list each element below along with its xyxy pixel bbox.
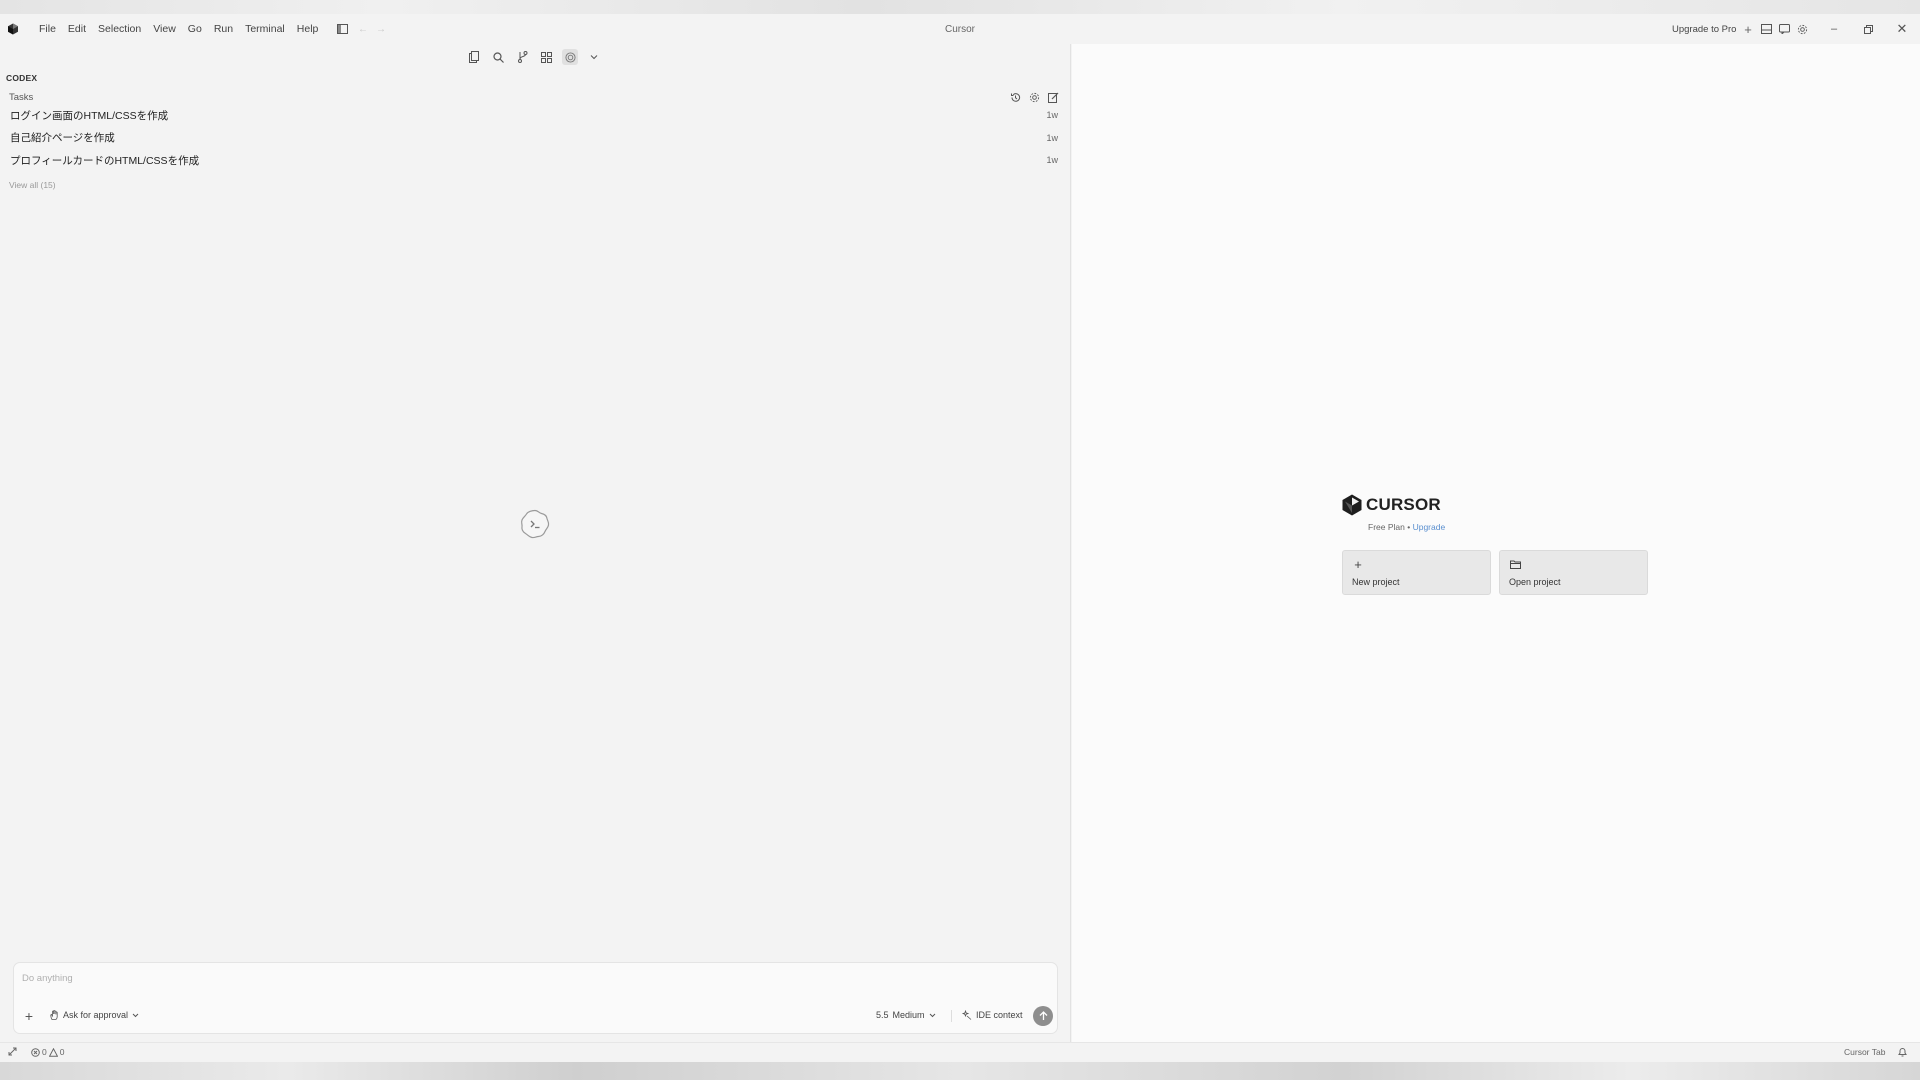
cursor-tab-status[interactable]: Cursor Tab [1844, 1047, 1885, 1057]
chevron-down-icon [132, 1013, 139, 1017]
task-title: ログイン画面のHTML/CSSを作成 [10, 109, 169, 122]
task-age: 1w [1046, 110, 1058, 121]
history-icon[interactable] [1009, 91, 1021, 103]
menu-terminal[interactable]: Terminal [239, 23, 291, 35]
task-row[interactable]: ログイン画面のHTML/CSSを作成 1w [0, 104, 1071, 127]
cursor-wordmark: CURSOR [1366, 495, 1441, 514]
upgrade-link[interactable]: Upgrade [1413, 522, 1446, 532]
divider [951, 1010, 952, 1022]
back-arrow-icon[interactable]: ← [357, 23, 369, 35]
menu-run[interactable]: Run [208, 23, 239, 35]
explorer-files-icon[interactable] [466, 49, 482, 65]
menu-selection[interactable]: Selection [92, 23, 147, 35]
source-control-icon[interactable] [514, 49, 530, 65]
forward-arrow-icon[interactable]: → [375, 23, 387, 35]
model-effort: Medium [892, 1010, 925, 1020]
tasks-actions [1009, 91, 1059, 103]
hand-icon [50, 1010, 58, 1020]
activity-toolbar [466, 49, 602, 65]
warning-triangle-icon [48, 1047, 58, 1057]
model-version: 5.5 [876, 1010, 889, 1020]
problems-indicator[interactable]: 0 0 [31, 1047, 64, 1057]
plus-icon: + [1354, 556, 1362, 572]
task-row[interactable]: 自己紹介ページを作成 1w [0, 127, 1071, 150]
upgrade-to-pro-link[interactable]: Upgrade to Pro [1672, 24, 1736, 35]
menu-edit[interactable]: Edit [62, 23, 92, 35]
view-all-tasks-link[interactable]: View all (15) [9, 180, 56, 190]
warning-count: 0 [59, 1047, 65, 1057]
codex-panel: CODEX Tasks ログイン画面のHTML/CSSを作成 1w 自己紹介ペー… [0, 44, 1071, 1042]
plan-name: Free Plan [1368, 522, 1405, 532]
codex-icon[interactable] [562, 49, 578, 65]
toggle-panel-icon[interactable] [1760, 23, 1772, 35]
new-task-edit-icon[interactable] [1047, 91, 1059, 103]
new-project-button[interactable]: + New project [1342, 550, 1491, 595]
sparkle-icon [962, 1010, 972, 1020]
model-selector-dropdown[interactable]: 5.5 Medium [876, 1010, 936, 1020]
app-window: File Edit Selection View Go Run Terminal… [0, 14, 1920, 1062]
chat-icon[interactable] [1778, 23, 1790, 35]
close-icon[interactable]: ✕ [1894, 21, 1910, 37]
error-circle-icon [31, 1047, 40, 1057]
search-icon[interactable] [490, 49, 506, 65]
new-tab-plus-icon[interactable]: + [1742, 22, 1754, 37]
menu-bar: File Edit Selection View Go Run Terminal… [33, 14, 324, 44]
task-row[interactable]: プロフィールカードのHTML/CSSを作成 1w [0, 149, 1071, 172]
extensions-icon[interactable] [538, 49, 554, 65]
menu-view[interactable]: View [147, 23, 182, 35]
cursor-cube-icon [1342, 494, 1362, 516]
codex-loading-icon [521, 509, 550, 539]
open-project-button[interactable]: Open project [1499, 550, 1648, 595]
task-age: 1w [1046, 155, 1058, 166]
add-attachment-plus-icon[interactable]: + [22, 1008, 36, 1024]
task-age: 1w [1046, 132, 1058, 143]
error-count: 0 [42, 1047, 47, 1057]
tasks-label: Tasks [9, 92, 34, 103]
tasks-settings-gear-icon[interactable] [1028, 91, 1040, 103]
menu-help[interactable]: Help [291, 23, 325, 35]
open-project-label: Open project [1509, 577, 1561, 587]
settings-gear-icon[interactable] [1796, 23, 1808, 35]
plan-separator: • [1407, 522, 1411, 532]
folder-icon [1509, 558, 1521, 570]
restore-icon[interactable] [1860, 21, 1876, 37]
desktop-taskbar-strip [0, 1062, 1920, 1080]
approval-mode-label: Ask for approval [63, 1010, 129, 1020]
chevron-down-icon[interactable] [586, 49, 602, 65]
task-title: 自己紹介ページを作成 [10, 132, 115, 145]
composer-box: Do anything + Ask for approval 5.5 Mediu… [13, 962, 1058, 1034]
title-bar: File Edit Selection View Go Run Terminal… [0, 14, 1920, 44]
chevron-down-icon [929, 1013, 935, 1017]
task-title: プロフィールカードのHTML/CSSを作成 [10, 154, 200, 167]
desktop-top-strip [0, 0, 1920, 14]
task-list: ログイン画面のHTML/CSSを作成 1w 自己紹介ページを作成 1w プロフィ… [0, 104, 1071, 172]
editor-welcome-panel: CURSOR Free Plan • Upgrade + New project… [1072, 44, 1920, 1042]
ide-context-label: IDE context [976, 1010, 1023, 1020]
cursor-logo-icon[interactable] [7, 23, 19, 35]
approval-mode-dropdown[interactable]: Ask for approval [50, 1010, 139, 1020]
ide-context-toggle[interactable]: IDE context [962, 1010, 1023, 1020]
toggle-sidebar-icon[interactable] [336, 23, 348, 35]
menu-file[interactable]: File [33, 23, 62, 35]
minimize-icon[interactable]: – [1826, 21, 1842, 37]
status-bar: 0 0 Cursor Tab [0, 1042, 1920, 1062]
composer-input[interactable]: Do anything [22, 973, 73, 984]
cursor-brand: CURSOR [1342, 494, 1441, 516]
plan-info: Free Plan • Upgrade [1368, 522, 1445, 532]
codex-section-label: CODEX [6, 73, 38, 83]
remote-icon[interactable] [8, 1047, 17, 1056]
menu-go[interactable]: Go [182, 23, 208, 35]
notifications-bell-icon[interactable] [1898, 1047, 1907, 1057]
send-arrow-up-icon[interactable] [1033, 1006, 1053, 1026]
new-project-label: New project [1352, 577, 1400, 587]
